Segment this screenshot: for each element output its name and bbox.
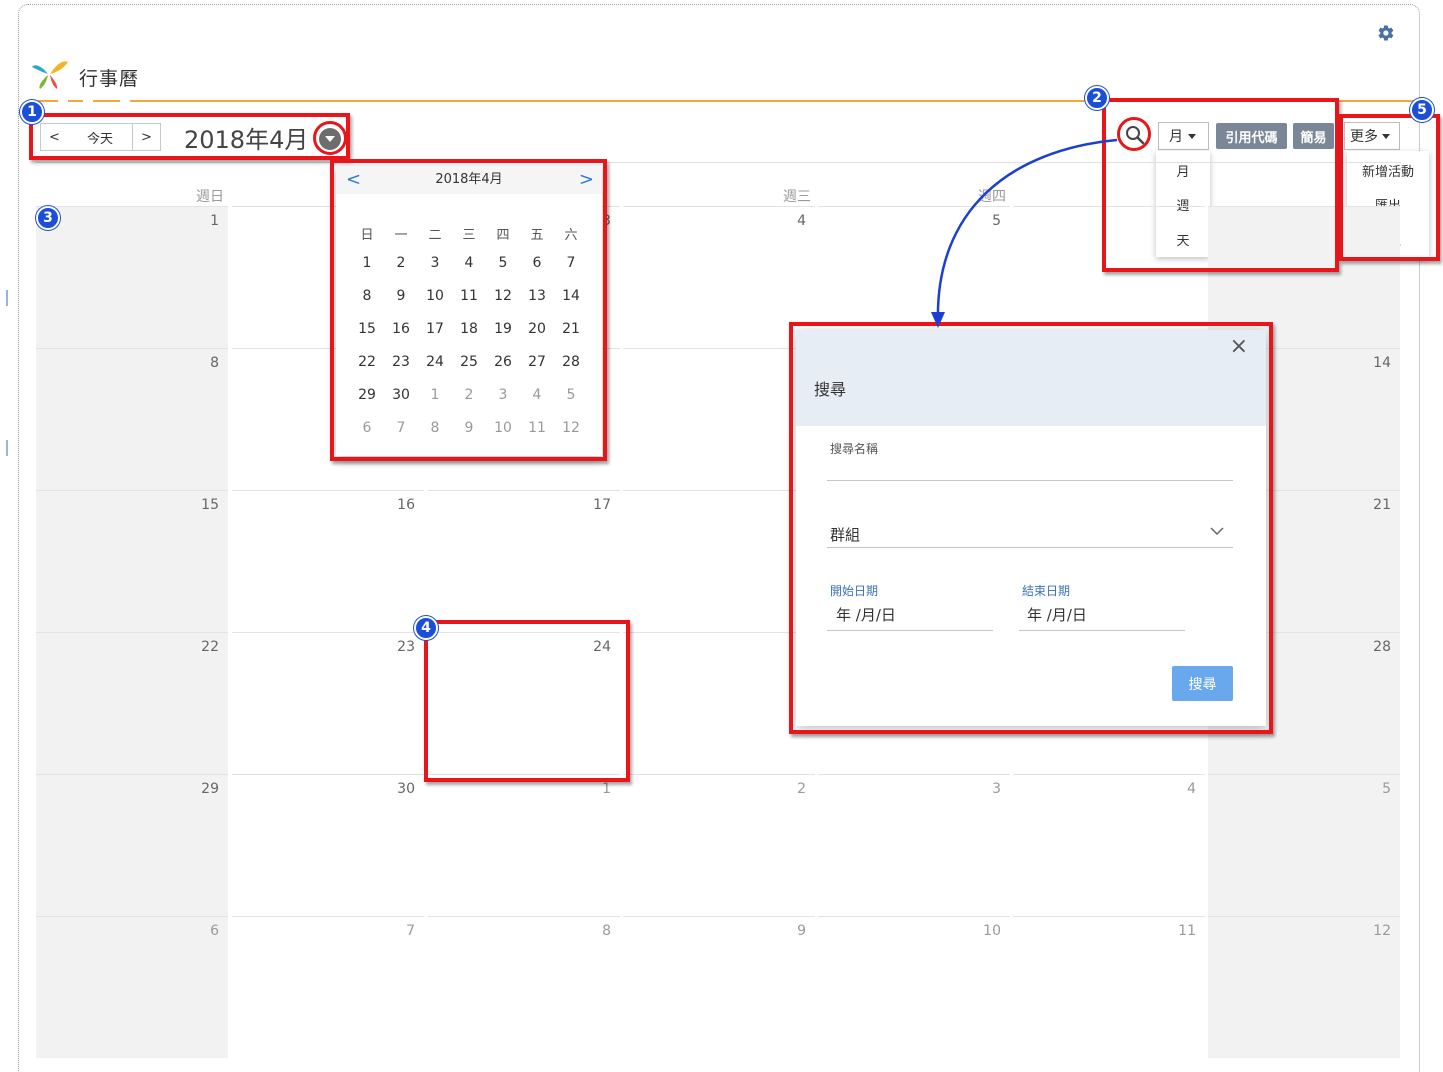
day-number: 23 <box>397 639 415 655</box>
day-cell[interactable]: 5 <box>1208 774 1400 916</box>
day-cell[interactable]: 22 <box>36 632 228 774</box>
annotation-box-1 <box>29 113 350 160</box>
day-cell[interactable]: 9 <box>623 916 815 1058</box>
annotation-badge-5: 5 <box>1410 98 1434 122</box>
day-cell[interactable]: 1 <box>428 774 620 916</box>
day-number: 5 <box>1382 781 1391 797</box>
day-cell[interactable] <box>623 632 815 774</box>
day-cell[interactable]: 15 <box>36 490 228 632</box>
day-cell[interactable]: 6 <box>36 916 228 1058</box>
day-cell[interactable]: 30 <box>232 774 424 916</box>
day-cell[interactable]: 17 <box>428 490 620 632</box>
day-number: 1 <box>210 213 219 229</box>
logo-icon <box>32 61 68 89</box>
day-cell[interactable] <box>623 348 815 490</box>
app-title: 行事曆 <box>79 68 140 90</box>
annotation-box-modal <box>789 322 1273 734</box>
edge-marker <box>6 440 8 456</box>
day-number: 4 <box>1187 781 1196 797</box>
day-cell[interactable]: 8 <box>36 348 228 490</box>
day-number: 21 <box>1373 497 1391 513</box>
day-cell[interactable]: 4 <box>623 206 815 348</box>
day-number: 17 <box>593 497 611 513</box>
day-cell[interactable]: 7 <box>232 916 424 1058</box>
day-number: 1 <box>602 781 611 797</box>
annotation-badge-1: 1 <box>20 100 44 124</box>
day-number: 16 <box>397 497 415 513</box>
day-number: 8 <box>602 923 611 939</box>
annotation-badge-4: 4 <box>414 616 438 640</box>
weekday-header: 週四 <box>978 189 1006 205</box>
annotation-box-5 <box>1339 114 1440 261</box>
day-number: 11 <box>1178 923 1196 939</box>
day-number: 7 <box>406 923 415 939</box>
day-cell[interactable]: 16 <box>232 490 424 632</box>
day-cell[interactable]: 29 <box>36 774 228 916</box>
gear-icon[interactable] <box>1377 24 1395 42</box>
day-cell[interactable]: 8 <box>428 916 620 1058</box>
annotation-box-4 <box>424 620 630 782</box>
weekday-header: 週日 <box>196 189 224 205</box>
day-cell[interactable]: 2 <box>623 774 815 916</box>
day-cell[interactable]: 23 <box>232 632 424 774</box>
day-number: 15 <box>201 497 219 513</box>
day-number: 14 <box>1373 355 1391 371</box>
edge-marker <box>6 290 8 306</box>
day-cell[interactable]: 3 <box>818 774 1010 916</box>
day-cell[interactable]: 11 <box>1013 916 1205 1058</box>
day-number: 30 <box>397 781 415 797</box>
day-number: 4 <box>797 213 806 229</box>
day-number: 29 <box>201 781 219 797</box>
day-cell[interactable]: 4 <box>1013 774 1205 916</box>
weekday-header: 週三 <box>783 189 811 205</box>
annotation-circle-caret <box>313 121 347 155</box>
day-number: 9 <box>797 923 806 939</box>
day-cell[interactable]: 1 <box>36 206 228 348</box>
day-cell[interactable]: 12 <box>1208 916 1400 1058</box>
day-number: 2 <box>797 781 806 797</box>
day-number: 6 <box>210 923 219 939</box>
day-number: 12 <box>1373 923 1391 939</box>
annotation-circle-search <box>1117 117 1151 151</box>
annotation-badge-3: 3 <box>36 206 60 230</box>
day-cell[interactable]: 10 <box>818 916 1010 1058</box>
day-number: 22 <box>201 639 219 655</box>
day-number: 3 <box>992 781 1001 797</box>
annotation-box-minical <box>330 159 607 461</box>
day-number: 5 <box>992 213 1001 229</box>
day-number: 8 <box>210 355 219 371</box>
annotation-badge-2: 2 <box>1085 86 1109 110</box>
day-cell[interactable] <box>623 490 815 632</box>
day-number: 10 <box>983 923 1001 939</box>
day-number: 28 <box>1373 639 1391 655</box>
